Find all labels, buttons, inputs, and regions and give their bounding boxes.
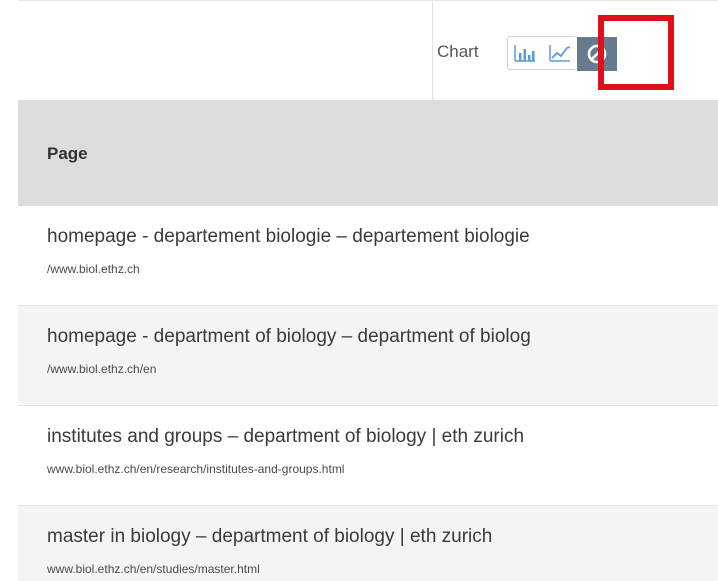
table-row[interactable]: homepage - departement biologie – depart…: [18, 206, 718, 306]
table-row[interactable]: homepage - department of biology – depar…: [18, 306, 718, 406]
row-page-url: /www.biol.ethz.ch: [47, 262, 140, 276]
table-row[interactable]: institutes and groups – department of bi…: [18, 406, 718, 506]
row-page-url: www.biol.ethz.ch/en/studies/master.html: [47, 562, 260, 576]
toolbar-divider: [432, 1, 433, 101]
no-chart-button[interactable]: [575, 35, 619, 73]
row-page-title[interactable]: master in biology – department of biolog…: [47, 526, 492, 548]
line-chart-icon: [548, 45, 570, 62]
column-header-page[interactable]: Page: [47, 144, 88, 164]
line-chart-button[interactable]: [542, 36, 578, 70]
chart-label: Chart: [437, 42, 479, 61]
table-header: Page: [18, 100, 718, 206]
bar-chart-button[interactable]: [507, 36, 543, 70]
no-chart-icon: [587, 44, 607, 64]
row-page-title[interactable]: institutes and groups – department of bi…: [47, 426, 524, 448]
row-page-title[interactable]: homepage - departement biologie – depart…: [47, 226, 530, 248]
row-page-title[interactable]: homepage - department of biology – depar…: [47, 326, 531, 348]
page-report-panel: Chart Page homepage - departement biolog…: [0, 0, 718, 581]
row-page-url: /www.biol.ethz.ch/en: [47, 362, 157, 376]
bar-chart-icon: [514, 45, 535, 62]
table-row[interactable]: master in biology – department of biolog…: [18, 506, 718, 581]
row-page-url: www.biol.ethz.ch/en/research/institutes-…: [47, 462, 345, 476]
